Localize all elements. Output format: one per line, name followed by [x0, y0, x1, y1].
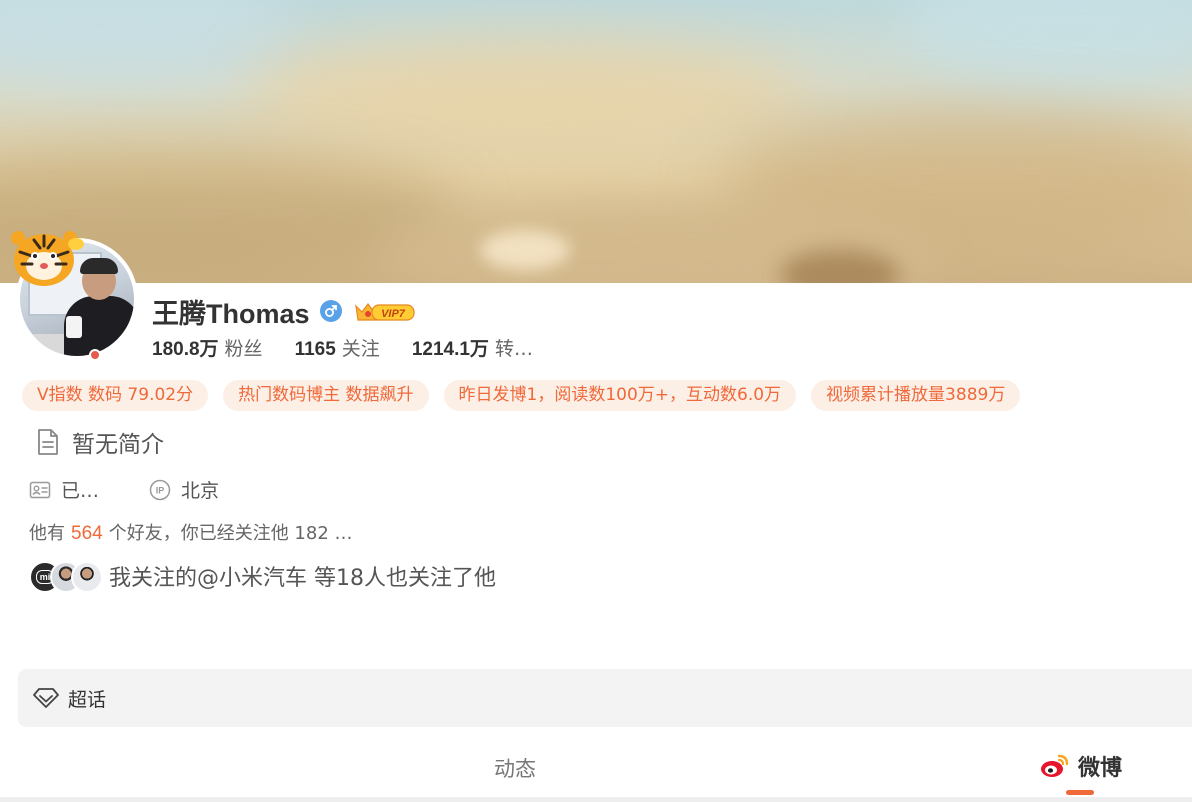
gender-male-icon	[319, 300, 342, 322]
online-status-dot	[89, 349, 101, 361]
weibo-logo-icon	[1041, 754, 1069, 777]
reposts-label: 转…	[494, 338, 533, 360]
reposts-count: 1214.1万	[411, 339, 489, 360]
following-stat[interactable]: 1165 关注	[295, 334, 380, 361]
profile-page: 王腾Thomas VIP7 180.8万 粉丝 1165 关注 1214.1万 转… …	[0, 0, 1192, 802]
bio-text: 暂无简介	[72, 432, 164, 458]
active-tab-indicator	[1066, 790, 1094, 795]
mutual-avatars: mi	[29, 560, 103, 593]
id-card-icon	[29, 481, 51, 498]
mutual-follow-row[interactable]: mi 我关注的@小米汽车 等18人也关注了他	[29, 560, 496, 593]
mutual-avatar	[71, 561, 103, 593]
profile-tabs: 动态 微博	[0, 740, 1192, 802]
avatar[interactable]	[10, 224, 140, 364]
super-topic-label: 超话	[68, 688, 107, 711]
ip-location-text: 北京	[181, 480, 220, 502]
reposts-stat[interactable]: 1214.1万 转…	[412, 334, 533, 361]
name-row: 王腾Thomas VIP7	[152, 292, 418, 330]
tag-video-plays[interactable]: 视频累计播放量3889万	[811, 380, 1021, 411]
svg-text:VIP7: VIP7	[381, 308, 406, 320]
stats-row: 180.8万 粉丝 1165 关注 1214.1万 转…	[152, 334, 533, 361]
friends-row[interactable]: 他有 564 个好友，你已经关注他 182 …	[29, 519, 353, 545]
tiger-avatar-frame-icon	[11, 231, 84, 286]
mutual-follow-text: 我关注的@小米汽车 等18人也关注了他	[109, 566, 496, 591]
verify-info[interactable]: 已…	[29, 476, 99, 503]
ip-icon: IP	[149, 479, 171, 500]
meta-row: 已… IP 北京	[29, 476, 219, 503]
friends-count: 564	[71, 523, 103, 544]
tab-weibo-label: 微博	[1078, 756, 1123, 781]
followers-label: 粉丝	[224, 338, 263, 360]
tab-weibo[interactable]: 微博	[1040, 750, 1122, 782]
tag-yesterday-stats[interactable]: 昨日发博1，阅读数100万+，互动数6.0万	[443, 380, 797, 411]
diamond-icon	[33, 688, 59, 708]
profile-name: 王腾Thomas	[152, 298, 310, 329]
verify-text: 已…	[61, 480, 100, 502]
tag-hot-blogger[interactable]: 热门数码博主 数据飙升	[223, 380, 429, 411]
friends-prefix: 他有	[29, 523, 65, 544]
super-topic-bar[interactable]: 超话	[18, 669, 1192, 727]
ip-info: IP 北京	[149, 476, 219, 503]
tag-v-index[interactable]: V指数 数码 79.02分	[22, 380, 209, 411]
svg-text:IP: IP	[156, 485, 165, 495]
followers-stat[interactable]: 180.8万 粉丝	[152, 334, 263, 361]
following-count: 1165	[294, 339, 336, 360]
divider	[0, 797, 1192, 802]
bio-row: 暂无简介	[36, 425, 164, 459]
vip-crown-icon[interactable]: VIP7	[352, 298, 418, 324]
friends-suffix: 个好友，你已经关注他 182 …	[108, 523, 353, 544]
following-label: 关注	[341, 338, 380, 360]
tab-dynamic[interactable]: 动态	[494, 753, 536, 783]
followers-count: 180.8万	[152, 339, 219, 360]
cover-banner	[0, 0, 1192, 283]
tags-row: V指数 数码 79.02分 热门数码博主 数据飙升 昨日发博1，阅读数100万+…	[22, 380, 1021, 411]
document-icon	[38, 429, 58, 455]
